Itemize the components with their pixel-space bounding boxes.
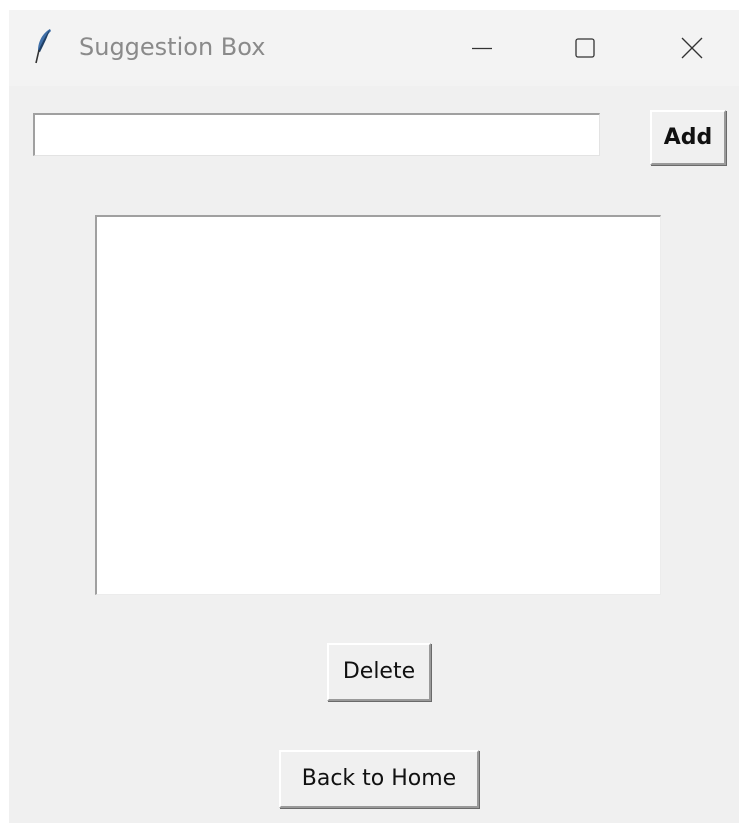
delete-button[interactable]: Delete	[327, 643, 431, 701]
maximize-button[interactable]	[549, 20, 619, 76]
suggestion-input[interactable]	[33, 113, 600, 156]
suggestion-list[interactable]	[95, 215, 661, 595]
add-button[interactable]: Add	[650, 110, 726, 165]
close-button[interactable]	[657, 20, 727, 76]
window-title: Suggestion Box	[79, 33, 266, 61]
maximize-icon	[575, 38, 595, 58]
close-icon	[681, 37, 703, 59]
feather-icon	[35, 28, 53, 64]
back-to-home-button[interactable]: Back to Home	[279, 750, 479, 808]
title-bar[interactable]: Suggestion Box	[9, 10, 739, 86]
app-window: Suggestion Box Add Delete Back to Home	[9, 10, 739, 823]
minimize-button[interactable]	[447, 20, 517, 76]
minimize-icon	[472, 47, 492, 50]
